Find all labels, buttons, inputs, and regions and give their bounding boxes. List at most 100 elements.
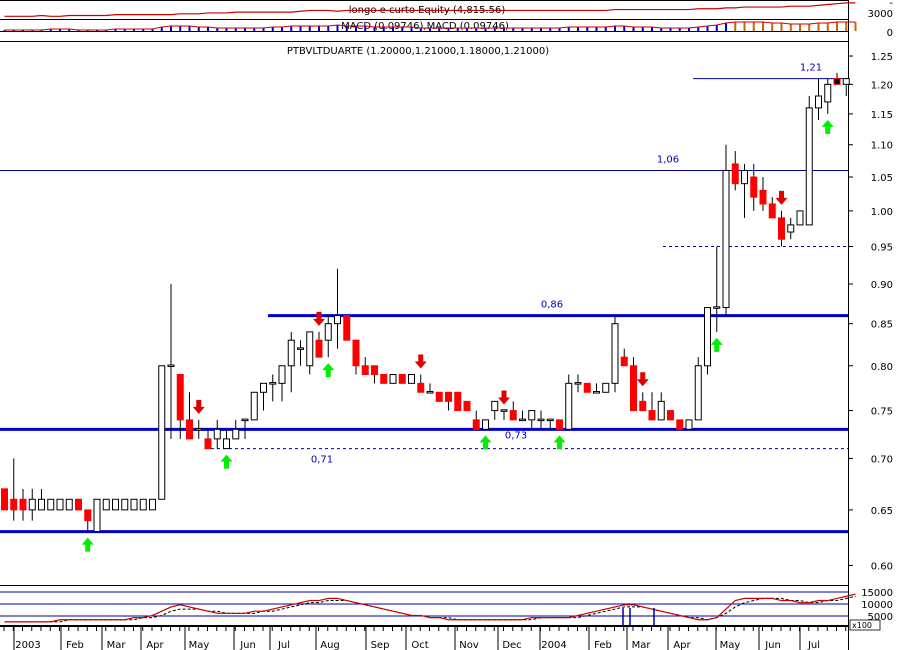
- candle-body: [574, 382, 582, 385]
- price-tick-label: 1.25: [871, 52, 893, 63]
- candle: [768, 197, 776, 219]
- price-tick-label: 0.95: [871, 242, 893, 253]
- candle: [371, 365, 378, 384]
- month-label: Oct: [411, 640, 428, 650]
- level-label-1.21: 1,21: [800, 63, 822, 74]
- candle: [426, 383, 434, 394]
- month-label: Feb: [66, 640, 84, 650]
- stock-chart[interactable]: longo e curto Equity (4,815.56) 3000 - M…: [0, 0, 897, 650]
- month-label: Jun: [239, 640, 256, 650]
- sell-arrow: [498, 390, 510, 405]
- candle: [694, 357, 702, 421]
- sell-arrow: [192, 399, 205, 414]
- month-label: Nov: [459, 640, 479, 650]
- price-tick-label: 1.15: [871, 110, 893, 121]
- candle-body: [269, 382, 277, 385]
- price-tick-label: 0.90: [871, 280, 893, 291]
- candle-body: [639, 400, 647, 412]
- price-title: PTBVLTDUARTE (1.20000,1.21000,1.18000,1.…: [287, 46, 549, 57]
- candle: [269, 374, 277, 402]
- candle-body: [768, 203, 776, 219]
- candle: [223, 429, 230, 450]
- candle: [112, 498, 119, 511]
- candle: [121, 498, 129, 511]
- candle: [167, 284, 175, 439]
- level-label-1.06: 1,06: [657, 154, 679, 165]
- candle: [213, 419, 221, 449]
- buy-arrow: [322, 363, 335, 378]
- month-label: 2003: [15, 640, 40, 650]
- candle-body: [445, 391, 452, 402]
- buy-arrow: [553, 435, 566, 450]
- month-label: Mar: [107, 640, 127, 650]
- candle: [93, 498, 101, 533]
- buy-arrow: [479, 435, 492, 450]
- candle-body: [704, 307, 711, 367]
- volume-tick-10000: 10000: [861, 600, 893, 611]
- candle-body: [741, 169, 748, 185]
- candle-body: [408, 373, 415, 384]
- candle-body: [139, 498, 147, 511]
- candle: [306, 331, 314, 375]
- candle: [833, 72, 841, 85]
- candle: [657, 392, 665, 421]
- candle-body: [482, 419, 489, 430]
- price-tick-label: 0.80: [871, 362, 893, 373]
- candle-body: [611, 323, 619, 384]
- candle-body: [1, 488, 8, 511]
- candle-body: [759, 189, 767, 205]
- price-tick-label: 1.05: [871, 173, 893, 184]
- candle: [796, 210, 804, 226]
- candle-body: [556, 419, 563, 430]
- candle: [445, 391, 452, 411]
- candle: [250, 391, 258, 421]
- candle: [84, 509, 92, 532]
- candle-body: [602, 382, 610, 393]
- candle: [500, 409, 508, 420]
- candle: [278, 365, 286, 402]
- candle-body: [343, 315, 351, 341]
- price-tick-label: 0.65: [871, 506, 893, 517]
- volume-macd-line: [4, 593, 856, 623]
- candle: [537, 410, 545, 430]
- candle: [454, 391, 462, 412]
- candle: [408, 373, 415, 384]
- candle-body: [297, 347, 304, 350]
- candle: [583, 382, 591, 393]
- candle: [186, 392, 193, 440]
- candle: [38, 488, 45, 511]
- candle: [297, 340, 304, 366]
- candle-body: [713, 306, 721, 309]
- price-tick-label: 0.75: [871, 407, 893, 418]
- candle-body: [454, 391, 462, 412]
- candle-body: [315, 339, 323, 358]
- candle: [741, 163, 748, 218]
- candle: [491, 400, 499, 420]
- candle: [204, 429, 212, 450]
- candle-body: [121, 498, 129, 511]
- candle-body: [232, 428, 240, 440]
- candle: [824, 78, 832, 114]
- candle: [528, 410, 536, 430]
- candle: [389, 373, 397, 384]
- candle: [630, 357, 637, 412]
- candle: [546, 418, 554, 430]
- candle-body: [426, 391, 434, 394]
- month-label: Jun: [764, 640, 781, 650]
- candle-body: [204, 438, 212, 450]
- macd-tick: 0: [887, 28, 893, 39]
- candle: [620, 348, 628, 367]
- candle-body: [112, 498, 119, 511]
- price-tick-label: 0.60: [871, 561, 893, 572]
- candle: [195, 419, 203, 439]
- candle: [731, 151, 739, 191]
- candle: [805, 96, 813, 226]
- candle-body: [28, 498, 36, 511]
- candle-body: [102, 498, 110, 511]
- candle-body: [65, 498, 73, 511]
- candle: [639, 392, 647, 412]
- candle-body: [186, 419, 193, 440]
- candle-body: [509, 410, 517, 421]
- candle-body: [130, 498, 138, 511]
- equity-tick: 3000: [868, 9, 893, 20]
